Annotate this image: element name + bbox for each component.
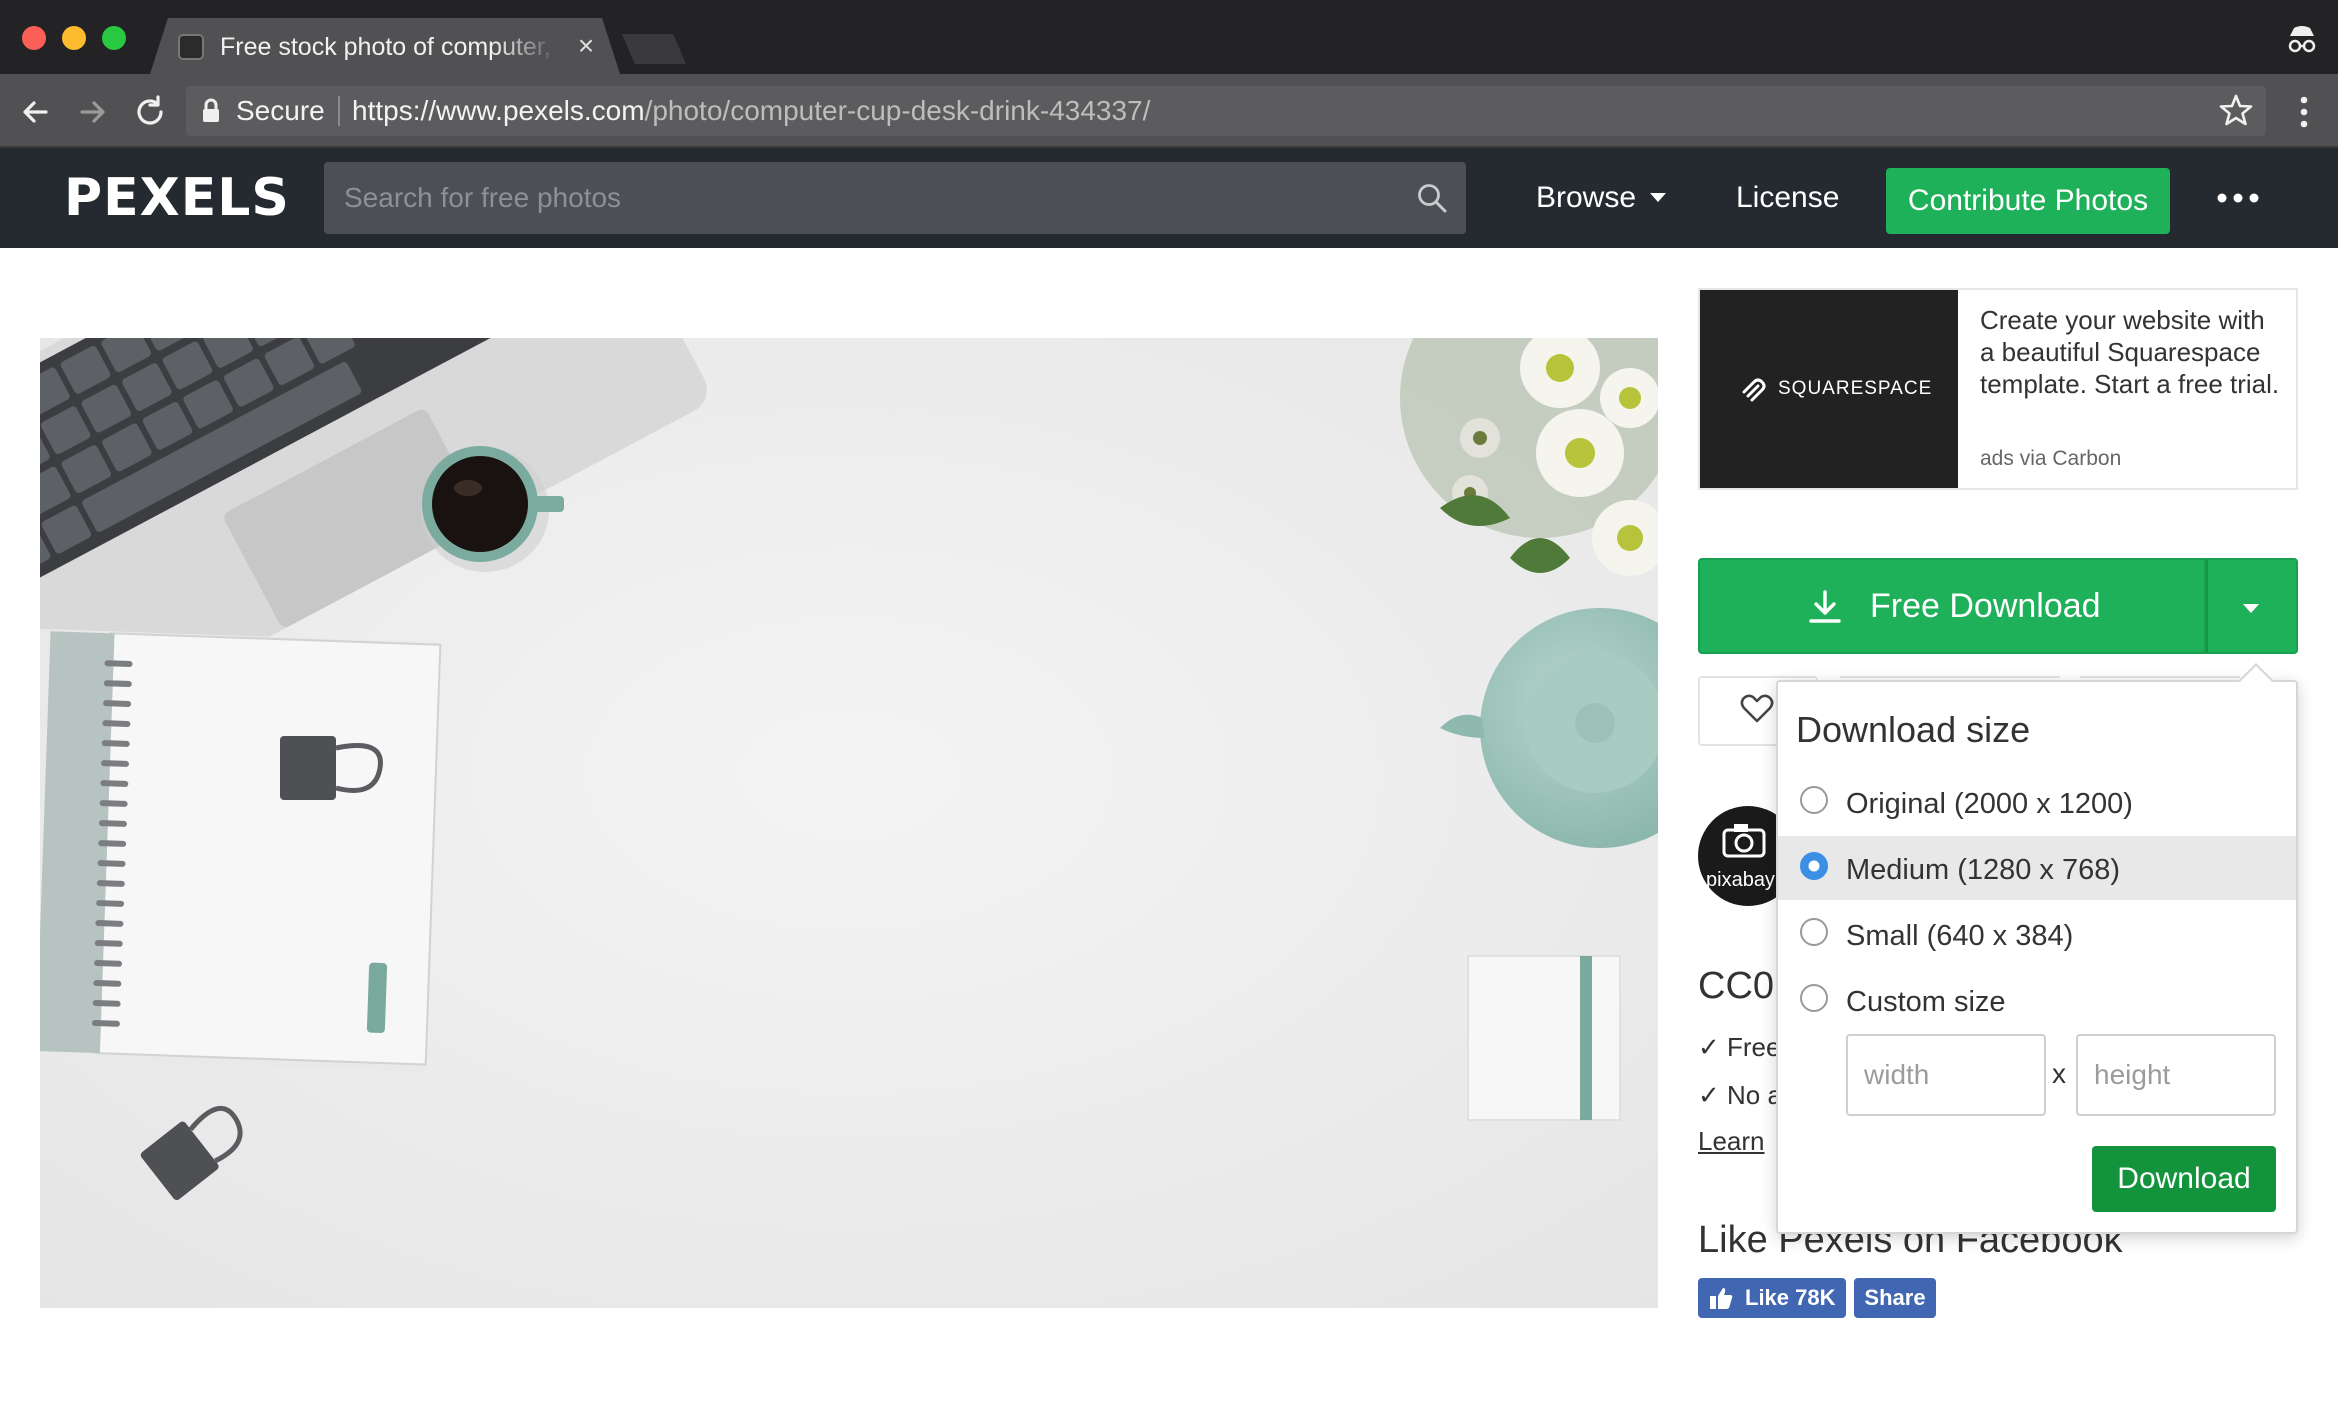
search-icon[interactable] <box>1416 182 1448 214</box>
license-title: CC0 <box>1698 965 1775 1007</box>
pexels-logo[interactable]: PEXELS <box>64 170 290 226</box>
radio-original[interactable] <box>1800 786 1828 814</box>
license-line-attribution: ✓ No a <box>1698 1080 1782 1110</box>
lock-icon <box>203 98 219 122</box>
tab-title: Free stock photo of computer, cup, desk <box>220 33 560 61</box>
free-download-label: Free Download <box>1870 587 2101 625</box>
minimize-window-button[interactable] <box>62 26 86 50</box>
squarespace-logo-icon <box>1742 378 1766 402</box>
size-option-label[interactable]: Original (2000 x 1200) <box>1846 784 2133 824</box>
reload-icon[interactable] <box>130 92 170 132</box>
custom-height-input[interactable] <box>2076 1034 2276 1116</box>
chevron-down-icon <box>2243 604 2259 613</box>
photographer-name[interactable]: pixabay <box>1706 868 1775 892</box>
license-line-free: ✓ Free <box>1698 1032 1781 1062</box>
chevron-down-icon <box>1650 193 1666 202</box>
license-link[interactable]: License <box>1736 178 1839 218</box>
url-path: /photo/computer-cup-desk-drink-434337/ <box>644 95 1151 126</box>
incognito-icon <box>2288 26 2316 53</box>
custom-width-input[interactable] <box>1846 1034 2046 1116</box>
back-arrow-icon[interactable] <box>16 92 56 132</box>
ad-via-label[interactable]: ads via Carbon <box>1980 444 2121 474</box>
ad-text[interactable]: Create your website with a beautiful Squ… <box>1980 304 2280 400</box>
address-divider <box>338 96 340 126</box>
tab-close-icon[interactable]: × <box>572 30 600 62</box>
size-option-label[interactable]: Custom size <box>1846 982 2006 1022</box>
browse-menu[interactable]: Browse <box>1536 178 1636 218</box>
secure-label: Secure <box>236 95 325 126</box>
close-window-button[interactable] <box>22 26 46 50</box>
url-text[interactable]: https://www.pexels.com/photo/computer-cu… <box>352 92 1150 130</box>
facebook-share-button[interactable]: Share <box>1854 1278 1936 1318</box>
radio-medium-selected[interactable] <box>1800 852 1828 880</box>
thumbs-up-icon <box>1710 1288 1733 1309</box>
popover-title: Download size <box>1796 709 2031 750</box>
radio-custom[interactable] <box>1800 984 1828 1012</box>
more-options-icon[interactable] <box>2214 190 2262 206</box>
dimension-separator: x <box>2052 1058 2066 1089</box>
size-option-label[interactable]: Medium (1280 x 768) <box>1846 850 2120 890</box>
facebook-like-label: Like 78K <box>1745 1285 1836 1310</box>
forward-arrow-icon[interactable] <box>72 92 112 132</box>
learn-more-link[interactable]: Learn <box>1698 1124 1765 1158</box>
tab-favicon-icon <box>178 34 204 60</box>
url-host: https://www.pexels.com <box>352 95 645 126</box>
contribute-photos-button[interactable]: Contribute Photos <box>1886 168 2170 234</box>
download-icon <box>1809 590 1841 623</box>
search-input[interactable] <box>324 162 1466 234</box>
heart-icon <box>1740 694 1774 723</box>
size-option-label[interactable]: Small (640 x 384) <box>1846 916 2073 956</box>
radio-small[interactable] <box>1800 918 1828 946</box>
ad-brand: SQUARESPACE <box>1778 378 1933 399</box>
maximize-window-button[interactable] <box>102 26 126 50</box>
camera-icon <box>1722 824 1766 858</box>
browser-menu-icon[interactable] <box>2290 92 2318 132</box>
download-submit-button[interactable]: Download <box>2092 1146 2276 1212</box>
stock-photo[interactable] <box>40 338 1658 1308</box>
bookmark-star-icon[interactable] <box>2218 92 2254 128</box>
